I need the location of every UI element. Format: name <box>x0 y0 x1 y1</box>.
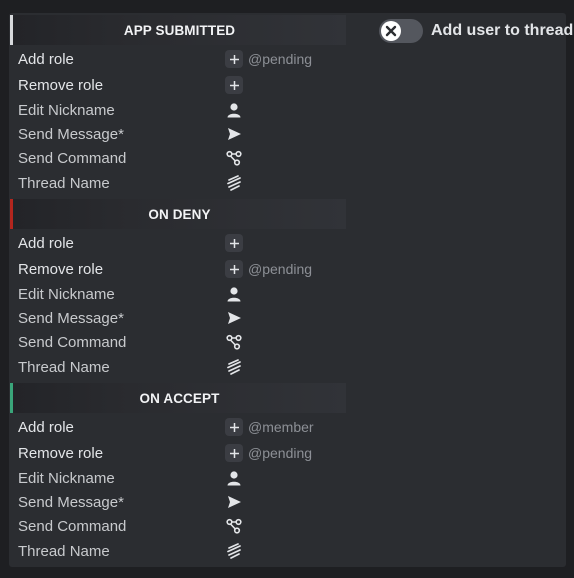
row-label: Send Command <box>18 517 127 535</box>
user-icon <box>227 471 241 486</box>
plus-icon <box>229 448 239 458</box>
row-thread-name: Thread Name <box>18 356 338 378</box>
row-label: Edit Nickname <box>18 285 115 303</box>
section-header-on-accept: ON ACCEPT <box>10 383 346 413</box>
row-label: Send Command <box>18 333 127 351</box>
remove-role-button[interactable] <box>225 444 243 462</box>
row-send-command: Send Command <box>18 515 338 537</box>
user-icon <box>227 287 241 302</box>
thread-name-button[interactable] <box>225 542 243 560</box>
add-role-button[interactable] <box>225 234 243 252</box>
command-nodes-icon <box>226 150 242 166</box>
add-user-to-thread-toggle[interactable] <box>379 19 423 43</box>
send-message-button[interactable] <box>225 125 243 143</box>
role-value: @member <box>248 419 314 435</box>
send-message-button[interactable] <box>225 309 243 327</box>
send-arrow-icon <box>227 496 241 508</box>
role-value: @pending <box>248 51 313 67</box>
row-edit-nickname: Edit Nickname <box>18 99 338 121</box>
row-label: Send Message* <box>18 493 124 511</box>
section-title: ON ACCEPT <box>139 390 220 406</box>
row-edit-nickname: Edit Nickname <box>18 283 338 305</box>
row-label: Add role <box>18 418 74 436</box>
row-add-role: Add role <box>18 232 338 254</box>
row-thread-name: Thread Name <box>18 172 338 194</box>
thread-name-button[interactable] <box>225 358 243 376</box>
row-remove-role: Remove role @pending <box>18 442 338 464</box>
row-send-message: Send Message* <box>18 123 338 145</box>
remove-role-button[interactable] <box>225 260 243 278</box>
row-label: Add role <box>18 234 74 252</box>
toggle-label: Add user to thread <box>431 22 574 39</box>
section-header-on-deny: ON DENY <box>10 199 346 229</box>
command-nodes-icon <box>226 518 242 534</box>
row-send-message: Send Message* <box>18 491 338 513</box>
row-label: Remove role <box>18 76 104 94</box>
thread-name-button[interactable] <box>225 174 243 192</box>
send-command-button[interactable] <box>225 149 243 167</box>
row-remove-role: Remove role @pending <box>18 258 338 280</box>
row-remove-role: Remove role <box>18 74 338 96</box>
row-label: Remove role <box>18 444 104 462</box>
send-command-button[interactable] <box>225 333 243 351</box>
row-label: Send Message* <box>18 125 124 143</box>
plus-icon <box>229 80 239 90</box>
row-label: Send Command <box>18 149 127 167</box>
plus-icon <box>229 238 239 248</box>
x-icon <box>385 25 397 37</box>
row-label: Edit Nickname <box>18 469 115 487</box>
send-command-button[interactable] <box>225 517 243 535</box>
row-label: Thread Name <box>18 542 110 560</box>
row-send-command: Send Command <box>18 147 338 169</box>
edit-nickname-button[interactable] <box>225 101 243 119</box>
row-send-message: Send Message* <box>18 307 338 329</box>
command-nodes-icon <box>226 334 242 350</box>
edit-nickname-button[interactable] <box>225 285 243 303</box>
section-title: APP SUBMITTED <box>123 22 236 38</box>
add-role-button[interactable] <box>225 418 243 436</box>
add-role-button[interactable] <box>225 50 243 68</box>
row-label: Thread Name <box>18 358 110 376</box>
remove-role-button[interactable] <box>225 76 243 94</box>
add-user-to-thread-toggle-row[interactable]: Add user to thread <box>379 19 573 43</box>
row-label: Add role <box>18 50 74 68</box>
thread-icon <box>227 543 241 559</box>
user-icon <box>227 103 241 118</box>
edit-nickname-button[interactable] <box>225 469 243 487</box>
thread-icon <box>227 175 241 191</box>
role-value: @pending <box>248 261 313 277</box>
toggle-knob <box>381 21 401 41</box>
row-add-role: Add role @pending <box>18 48 338 70</box>
plus-icon <box>229 264 239 274</box>
send-message-button[interactable] <box>225 493 243 511</box>
plus-icon <box>229 422 239 432</box>
row-label: Remove role <box>18 260 104 278</box>
thread-icon <box>227 359 241 375</box>
row-add-role: Add role @member <box>18 416 338 438</box>
plus-icon <box>229 54 239 64</box>
section-title: ON DENY <box>148 206 211 222</box>
row-label: Edit Nickname <box>18 101 115 119</box>
section-header-app-submitted: APP SUBMITTED <box>10 15 346 45</box>
role-value: @pending <box>248 445 313 461</box>
row-send-command: Send Command <box>18 331 338 353</box>
row-edit-nickname: Edit Nickname <box>18 467 338 489</box>
row-label: Thread Name <box>18 174 110 192</box>
send-arrow-icon <box>227 312 241 324</box>
row-label: Send Message* <box>18 309 124 327</box>
row-thread-name: Thread Name <box>18 540 338 562</box>
send-arrow-icon <box>227 128 241 140</box>
